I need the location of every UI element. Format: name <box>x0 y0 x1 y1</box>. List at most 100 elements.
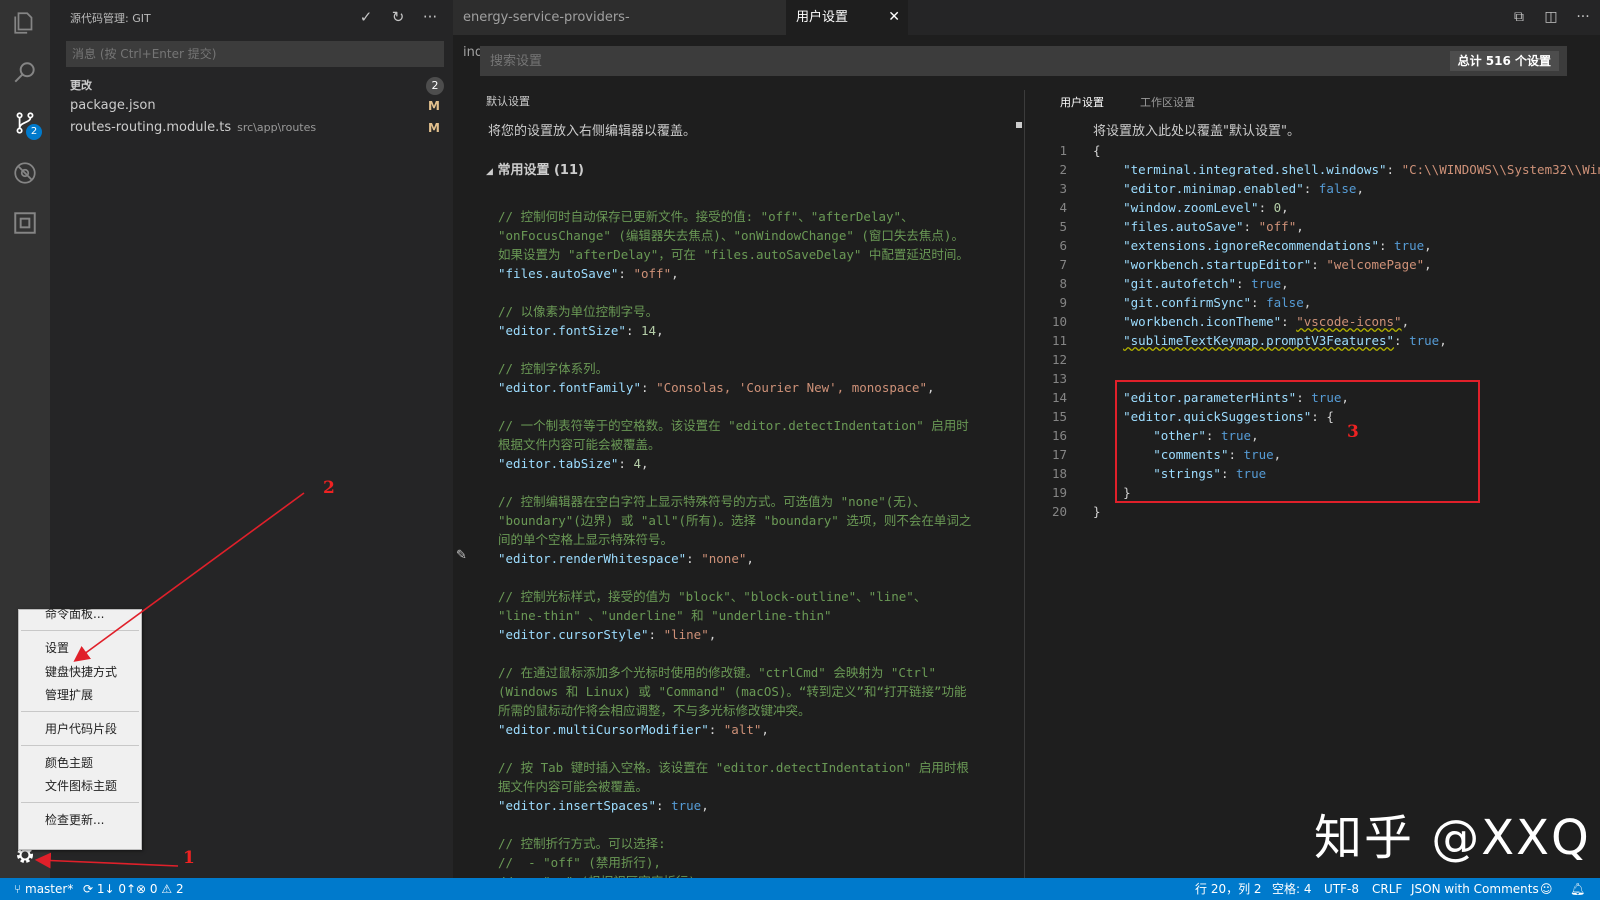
setting-value: "alt" <box>723 722 762 737</box>
code-comment-line: // 在通过鼠标添加多个光标时使用的修改键。"ctrlCmd" 会映射为 "Ct… <box>498 663 971 682</box>
setting-value: "welcomePage" <box>1326 257 1425 272</box>
close-icon[interactable]: ✕ <box>888 0 900 35</box>
line-number: 9 <box>1059 295 1067 310</box>
line-number: 10 <box>1051 314 1067 329</box>
setting-key: "editor.fontFamily" <box>498 380 641 395</box>
encoding-indicator[interactable]: UTF-8 <box>1324 878 1359 900</box>
menu-item-color-theme[interactable]: 颜色主题 <box>45 753 93 773</box>
setting-value: true <box>1251 276 1282 291</box>
split-editor-icon[interactable]: ◫ <box>1542 8 1560 26</box>
sync-indicator[interactable]: ⟳ 1↓ 0↑ <box>83 878 136 900</box>
problems-indicator[interactable]: ⊗ 0 ⚠ 2 <box>136 878 184 900</box>
debug-icon[interactable] <box>10 158 40 188</box>
setting-line: "editor.multiCursorModifier": "alt", <box>498 720 971 739</box>
code-comment-line: "onFocusChange" (编辑器失去焦点)、"onWindowChang… <box>498 226 971 245</box>
menu-item-keyboard-shortcuts[interactable]: 键盘快捷方式 <box>45 662 117 682</box>
line-number: 13 <box>1051 371 1067 386</box>
cursor-position[interactable]: 行 20，列 2 <box>1195 878 1262 900</box>
default-settings-pane: 默认设置 将您的设置放入右侧编辑器以覆盖。 ◢ 常用设置 (11) // 控制何… <box>453 90 1025 878</box>
setting-key: "files.autoSave" <box>498 266 619 281</box>
open-changes-icon[interactable]: ⧉ <box>1510 8 1528 26</box>
line-number: 5 <box>1059 219 1067 234</box>
punctuation: , <box>746 551 754 566</box>
search-icon[interactable] <box>10 58 40 88</box>
punctuation: , <box>1281 276 1289 291</box>
code-comment-line: // - "off" (禁用折行), <box>498 853 971 872</box>
tab-user-settings[interactable]: 用户设置 ✕ <box>786 0 908 35</box>
language-mode[interactable]: JSON with Comments <box>1411 878 1539 900</box>
comment-text: // 一个制表符等于的空格数。该设置在 "editor.detectIndent… <box>498 418 969 433</box>
menu-item-user-snippets[interactable]: 用户代码片段 <box>45 719 117 739</box>
punctuation: , <box>641 456 649 471</box>
punctuation: : <box>686 551 702 566</box>
commit-check-icon[interactable]: ✓ <box>357 8 375 26</box>
setting-key: "git.autofetch" <box>1123 276 1236 291</box>
notifications-bell-icon[interactable]: 🔔︎ <box>1570 878 1585 900</box>
tab-component-html[interactable]: energy-service-providers-inquiries.compo… <box>453 0 786 60</box>
code-comment-line: // 控制字体系列。 <box>498 359 971 378</box>
user-settings-description: 将设置放入此处以覆盖"默认设置"。 <box>1093 124 1300 139</box>
comment-text: 间的单个空格上显示特殊符号。 <box>498 532 674 547</box>
setting-key: "sublimeTextKeymap.promptV3Features" <box>1123 333 1395 348</box>
changed-file-row[interactable]: routes-routing.module.ts src\app\routes M <box>70 117 444 139</box>
setting-key: "editor.insertSpaces" <box>498 798 657 813</box>
branch-indicator[interactable]: ⑂ master* <box>14 878 73 900</box>
menu-item-command-palette[interactable]: 命令面板... <box>45 604 104 624</box>
setting-value: "off" <box>633 266 672 281</box>
code-comment-line: // 控制折行方式。可以选择: <box>498 834 971 853</box>
setting-key: "editor.multiCursorModifier" <box>498 722 709 737</box>
section-common-settings[interactable]: ◢ 常用设置 (11) <box>486 159 584 178</box>
more-actions-icon[interactable]: ··· <box>1574 8 1592 26</box>
line-number: 8 <box>1059 276 1067 291</box>
code-line: "window.zoomLevel": 0, <box>1093 198 1600 217</box>
punctuation: : <box>1378 238 1395 253</box>
source-control-icon[interactable]: 2 <box>10 108 42 140</box>
setting-value: "off" <box>1258 219 1297 234</box>
tab-user-settings-scope[interactable]: 用户设置 <box>1060 94 1104 110</box>
punctuation: , <box>1356 181 1364 196</box>
refresh-icon[interactable]: ↻ <box>389 8 407 26</box>
modified-status: M <box>428 99 440 113</box>
menu-item-settings[interactable]: 设置 <box>45 638 69 658</box>
punctuation: : <box>1394 333 1410 348</box>
edit-pencil-icon[interactable]: ✎ <box>456 548 467 563</box>
code-line: "git.autofetch": true, <box>1093 274 1600 293</box>
punctuation: , <box>1401 314 1410 329</box>
default-settings-code[interactable]: // 控制何时自动保存已更新文件。接受的值: "off"、"afterDelay… <box>498 207 971 878</box>
scrollbar-thumb[interactable] <box>1016 122 1022 128</box>
setting-value: "line" <box>663 627 709 642</box>
code-line: "terminal.integrated.shell.windows": "C:… <box>1093 160 1600 179</box>
more-actions-icon[interactable]: ··· <box>421 8 439 26</box>
eol-indicator[interactable]: CRLF <box>1372 878 1402 900</box>
modified-status: M <box>428 121 440 135</box>
changed-file-row[interactable]: package.json M <box>70 95 444 117</box>
indentation-indicator[interactable]: 空格: 4 <box>1272 878 1312 900</box>
setting-value: 14 <box>641 323 657 338</box>
menu-item-file-icon-theme[interactable]: 文件图标主题 <box>45 776 117 796</box>
commit-message-input[interactable] <box>66 41 444 67</box>
warning-icon: ⚠ <box>161 882 173 896</box>
setting-line: "files.autoSave": "off", <box>498 264 971 283</box>
line-number: 6 <box>1059 238 1067 253</box>
code-comment-line: // 以像素为单位控制字号。 <box>498 302 971 321</box>
code-comment-line: 所需的鼠标动作将会相应调整，不与多光标修改键冲突。 <box>498 701 971 720</box>
line-number: 11 <box>1051 333 1067 348</box>
punctuation: , <box>656 323 664 338</box>
punctuation: , <box>708 627 717 642</box>
settings-search-input[interactable] <box>480 46 1567 76</box>
explorer-icon[interactable] <box>10 8 40 38</box>
feedback-smiley-icon[interactable]: ☺ <box>1540 878 1553 900</box>
punctuation: , <box>927 380 935 395</box>
code-line: "extensions.ignoreRecommendations": true… <box>1093 236 1600 255</box>
punctuation: , <box>1296 219 1304 234</box>
tab-workspace-settings[interactable]: 工作区设置 <box>1140 94 1195 110</box>
comment-text: "line-thin" 、"underline" 和 "underline-th… <box>498 608 832 623</box>
line-number: 1 <box>1059 143 1067 158</box>
menu-item-manage-extensions[interactable]: 管理扩展 <box>45 685 93 705</box>
changes-header[interactable]: 更改 2 <box>70 76 444 96</box>
punctuation: : <box>618 266 634 281</box>
menu-separator <box>21 802 139 803</box>
menu-item-check-updates[interactable]: 检查更新... <box>45 810 104 830</box>
extensions-icon[interactable] <box>10 208 40 238</box>
